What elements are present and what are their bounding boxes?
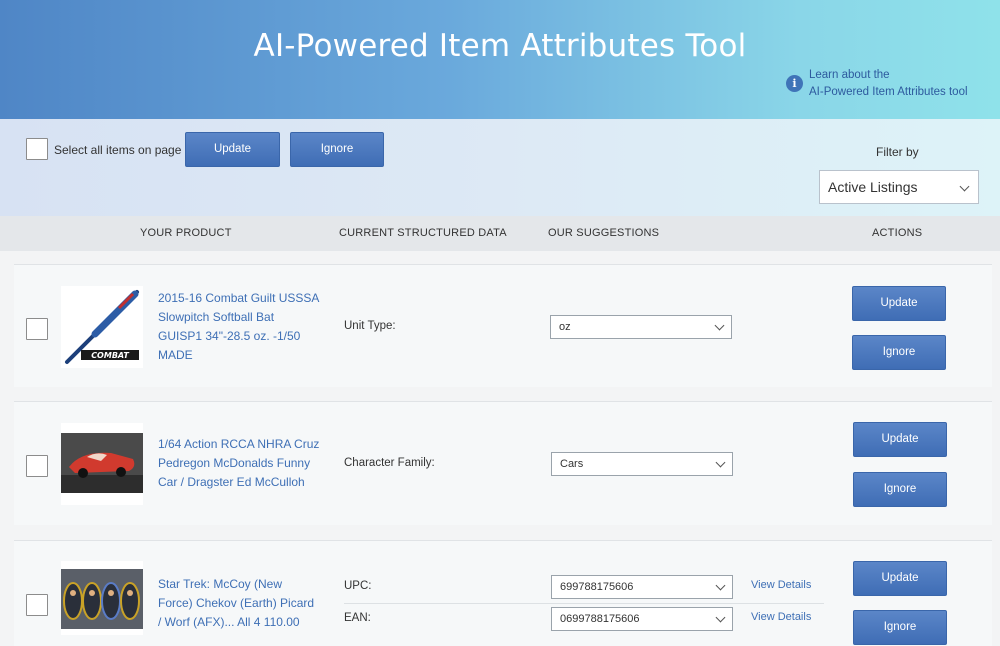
chevron-down-icon [959, 181, 970, 192]
suggestion-dropdown[interactable]: oz [550, 315, 732, 339]
ignore-button[interactable]: Ignore [853, 472, 947, 507]
bat-brand-text: COMBAT [91, 351, 129, 360]
product-title-link[interactable]: Star Trek: McCoy (New Force) Chekov (Ear… [158, 575, 314, 632]
attribute-label: Unit Type: [344, 320, 396, 332]
bulk-toolbar: Select all items on page Update Ignore F… [0, 119, 1000, 216]
diecast-car-image [61, 423, 143, 505]
learn-more-line1[interactable]: Learn about the [809, 67, 968, 84]
suggestion-value: 699788175606 [560, 581, 634, 593]
chevron-down-icon [714, 320, 725, 331]
header-banner: AI-Powered Item Attributes Tool i Learn … [0, 0, 1000, 119]
filter-select-value: Active Listings [828, 179, 918, 195]
suggestion-dropdown[interactable]: 699788175606 [551, 575, 733, 599]
item-card: Star Trek: McCoy (New Force) Chekov (Ear… [14, 540, 992, 646]
product-title-line[interactable]: GUISP1 34"-28.5 oz. -1/50 [158, 327, 319, 346]
suggestion-value: Cars [560, 458, 584, 470]
action-figures-image [61, 561, 143, 635]
product-title-line[interactable]: Slowpitch Softball Bat [158, 308, 319, 327]
update-button[interactable]: Update [853, 422, 947, 457]
chevron-down-icon [715, 612, 726, 623]
suggestion-dropdown[interactable]: 0699788175606 [551, 607, 733, 631]
item-card: COMBAT 2015-16 Combat Guilt USSSA Slowpi… [14, 264, 992, 387]
view-details-link[interactable]: View Details [751, 611, 811, 623]
item-checkbox[interactable] [26, 594, 48, 616]
product-title-line[interactable]: 1/64 Action RCCA NHRA Cruz [158, 435, 319, 454]
attribute-divider [344, 603, 824, 604]
suggestion-value: 0699788175606 [560, 613, 640, 625]
softball-bat-image: COMBAT [61, 286, 143, 368]
item-checkbox[interactable] [26, 455, 48, 477]
select-all-checkbox[interactable] [26, 138, 48, 160]
suggestion-value: oz [559, 321, 571, 333]
attribute-label: UPC: [344, 580, 372, 592]
ignore-button[interactable]: Ignore [853, 610, 947, 645]
update-button[interactable]: Update [853, 561, 947, 596]
suggestion-dropdown[interactable]: Cars [551, 452, 733, 476]
select-all-label: Select all items on page [54, 143, 182, 157]
product-title-line[interactable]: 2015-16 Combat Guilt USSSA [158, 289, 319, 308]
attribute-label: Character Family: [344, 457, 435, 469]
item-checkbox[interactable] [26, 318, 48, 340]
column-header-product: YOUR PRODUCT [140, 227, 232, 239]
page-title: AI-Powered Item Attributes Tool [253, 28, 747, 64]
product-thumbnail[interactable] [61, 423, 143, 505]
bulk-ignore-button[interactable]: Ignore [290, 132, 384, 167]
bulk-update-button[interactable]: Update [185, 132, 280, 167]
product-title-link[interactable]: 1/64 Action RCCA NHRA Cruz Pedregon McDo… [158, 435, 319, 492]
product-title-line[interactable]: Force) Chekov (Earth) Picard [158, 594, 314, 613]
view-details-link[interactable]: View Details [751, 579, 811, 591]
column-header-current: CURRENT STRUCTURED DATA [339, 227, 507, 239]
learn-more-link[interactable]: i Learn about the AI-Powered Item Attrib… [786, 67, 968, 101]
product-thumbnail[interactable] [61, 561, 143, 635]
product-title-line[interactable]: Pedregon McDonalds Funny [158, 454, 319, 473]
ignore-button[interactable]: Ignore [852, 335, 946, 370]
item-card: 1/64 Action RCCA NHRA Cruz Pedregon McDo… [14, 401, 992, 525]
update-button[interactable]: Update [852, 286, 946, 321]
product-title-line[interactable]: MADE [158, 346, 319, 365]
info-icon: i [786, 75, 803, 92]
chevron-down-icon [715, 457, 726, 468]
attribute-label: EAN: [344, 612, 371, 624]
product-title-line[interactable]: / Worf (AFX)... All 4 110.00 [158, 613, 314, 632]
product-title-line[interactable]: Star Trek: McCoy (New [158, 575, 314, 594]
filter-label: Filter by [876, 145, 919, 159]
column-header-suggestions: OUR SUGGESTIONS [548, 227, 660, 239]
column-header-actions: ACTIONS [872, 227, 923, 239]
product-title-link[interactable]: 2015-16 Combat Guilt USSSA Slowpitch Sof… [158, 289, 319, 365]
column-header-bar: YOUR PRODUCT CURRENT STRUCTURED DATA OUR… [0, 216, 1000, 251]
product-thumbnail[interactable]: COMBAT [61, 286, 143, 368]
product-title-line[interactable]: Car / Dragster Ed McCulloh [158, 473, 319, 492]
page: AI-Powered Item Attributes Tool i Learn … [0, 0, 1000, 646]
learn-more-line2[interactable]: AI-Powered Item Attributes tool [809, 84, 968, 101]
filter-select[interactable]: Active Listings [819, 170, 979, 204]
chevron-down-icon [715, 580, 726, 591]
